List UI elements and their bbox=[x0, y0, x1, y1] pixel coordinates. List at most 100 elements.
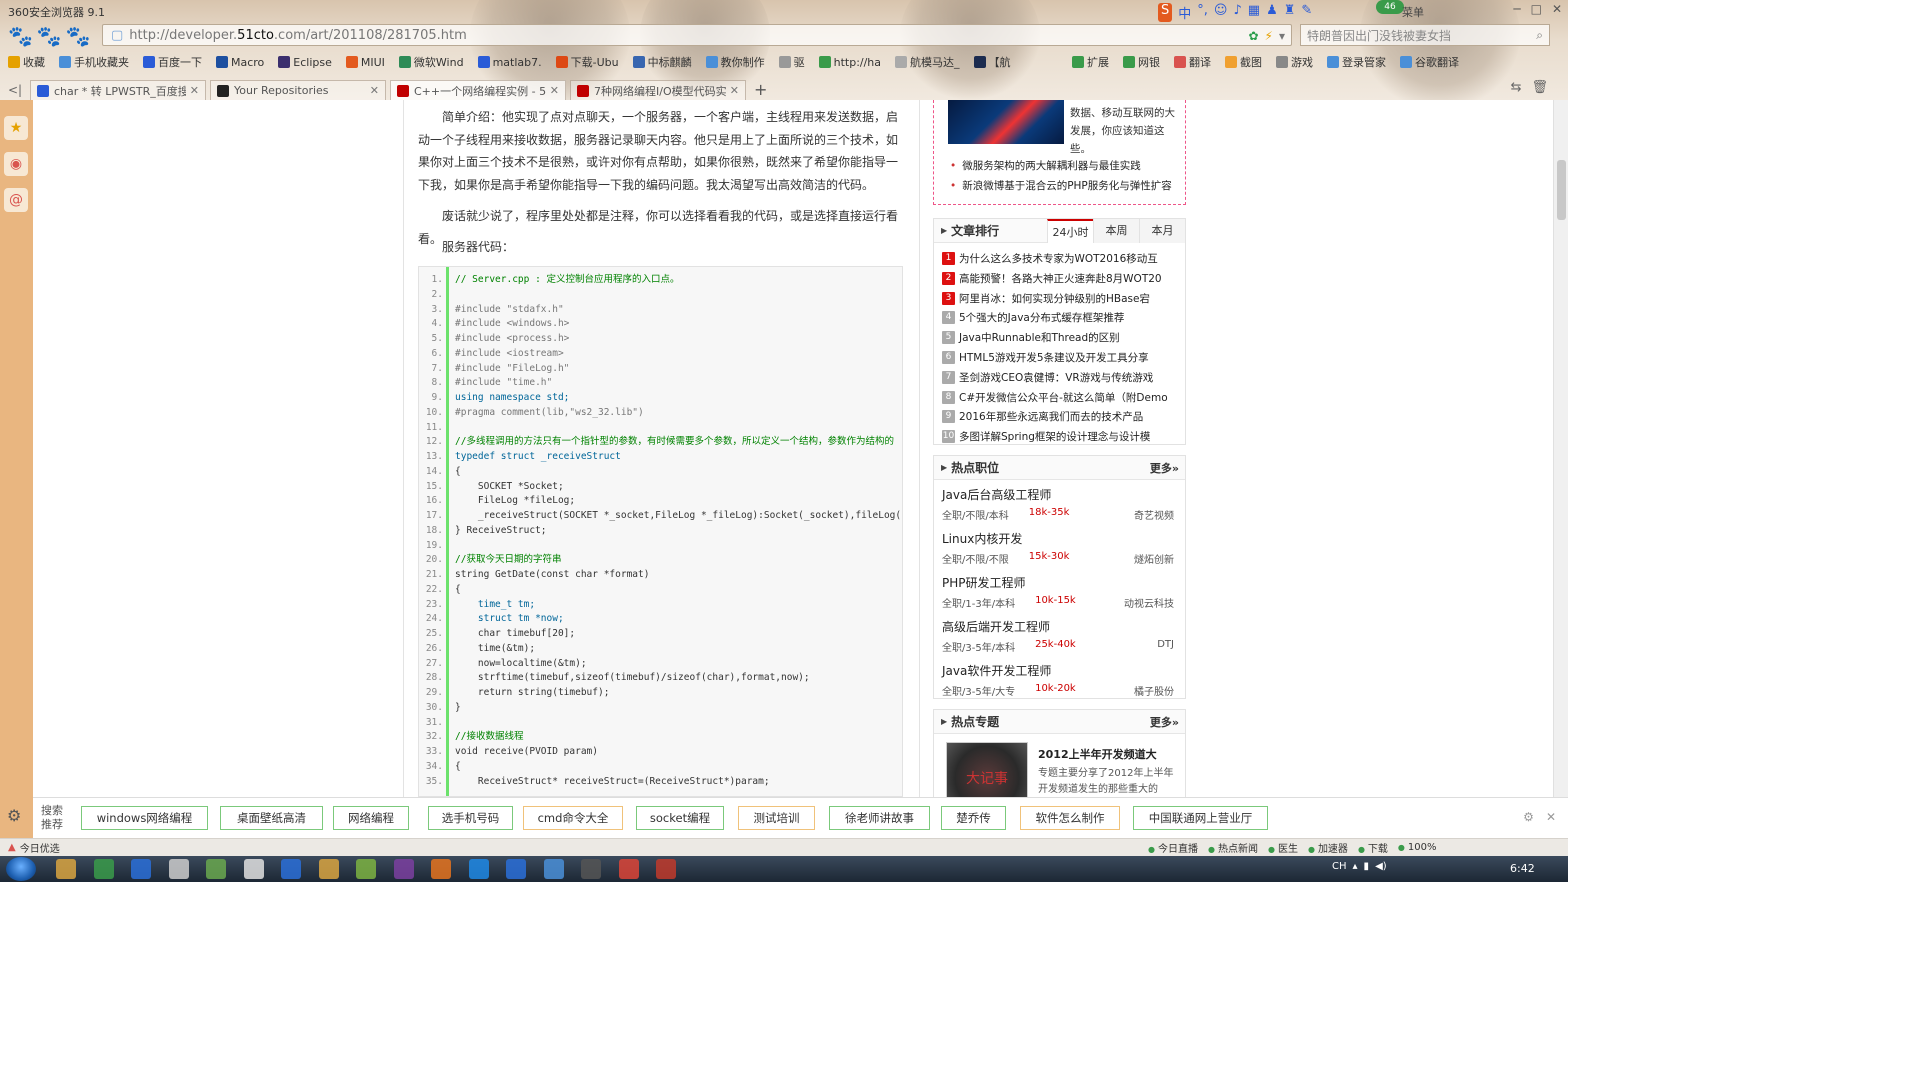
bookmark-item[interactable]: 微软Wind bbox=[398, 54, 464, 70]
promo-image[interactable] bbox=[948, 100, 1064, 144]
status-item[interactable]: ● 下载 bbox=[1358, 840, 1388, 855]
sogou-icon[interactable]: S bbox=[1158, 3, 1173, 22]
ime-punct-icon[interactable]: °, bbox=[1197, 3, 1208, 22]
bookmark-item[interactable]: MIUI bbox=[345, 56, 385, 69]
maximize-button[interactable]: □ bbox=[1531, 2, 1542, 16]
keyboard-icon[interactable]: ▦ bbox=[1248, 3, 1260, 22]
ranking-item[interactable]: 8 C#开发微信公众平台-就这么简单（附Demo bbox=[942, 390, 1168, 405]
search-recommend-button[interactable]: 选手机号码 bbox=[428, 806, 513, 830]
job-item[interactable]: Java后台高级工程师 全职/不限/本科 18k-35k 奇艺视频 bbox=[942, 486, 1174, 522]
ranking-item[interactable]: 3 阿里肖冰：如何实现分钟级别的HBase宕 bbox=[942, 291, 1150, 306]
status-item[interactable]: ● 今日直播 bbox=[1148, 840, 1198, 855]
close-icon[interactable]: ✕ bbox=[1546, 810, 1556, 824]
360-browser-icon[interactable] bbox=[93, 859, 114, 879]
ime-chinese-icon[interactable]: 中 bbox=[1178, 3, 1191, 22]
speed-mode-icon[interactable]: ⚡ bbox=[1265, 29, 1273, 43]
network-icon[interactable] bbox=[243, 859, 264, 879]
close-tab-icon[interactable]: ✕ bbox=[370, 84, 379, 97]
job-item[interactable]: 高级后端开发工程师 全职/3-5年/本科 25k-40k DTJ bbox=[942, 618, 1174, 654]
bookmark-item[interactable]: 教你制作 bbox=[705, 54, 765, 70]
tab-0[interactable]: char * 转 LPWSTR_百度搜索 ✕ bbox=[30, 80, 206, 100]
favorites-star-icon[interactable]: ★ bbox=[4, 116, 28, 140]
ranking-item[interactable]: 6 HTML5游戏开发5条建议及开发工具分享 bbox=[942, 350, 1149, 365]
search-recommend-button[interactable]: 桌面壁纸高清 bbox=[220, 806, 323, 830]
status-left[interactable]: ▲ 今日优选 bbox=[8, 840, 60, 855]
user-icon[interactable]: ♟ bbox=[1266, 3, 1278, 22]
promo-link[interactable]: 微服务架构的两大解耦利器与最佳实践 bbox=[950, 158, 1141, 173]
bookmark-tool-6[interactable]: 谷歌翻译 bbox=[1400, 54, 1459, 70]
tab-month[interactable]: 本月 bbox=[1139, 219, 1185, 243]
ranking-item[interactable]: 7 圣剑游戏CEO袁健博：VR游戏与传统游戏 bbox=[942, 370, 1153, 385]
search-recommend-button[interactable]: socket编程 bbox=[636, 806, 724, 830]
media-icon[interactable] bbox=[281, 859, 301, 879]
forward-button-icon[interactable]: 🐾 bbox=[37, 24, 66, 48]
secure-icon[interactable]: ✿ bbox=[1248, 29, 1258, 43]
restore-tab-icon[interactable]: ⇆ bbox=[1511, 80, 1522, 95]
bookmark-item[interactable]: 驱 bbox=[778, 54, 805, 70]
close-tab-icon[interactable]: ✕ bbox=[190, 84, 199, 97]
android-icon[interactable] bbox=[356, 859, 376, 879]
ranking-item[interactable]: 10 多图详解Spring框架的设计理念与设计模 bbox=[942, 429, 1150, 444]
emoji-icon[interactable]: ☺ bbox=[1214, 3, 1228, 22]
bookmark-item[interactable]: 手机收藏夹 bbox=[59, 54, 129, 70]
search-recommend-button[interactable]: 网络编程 bbox=[333, 806, 409, 830]
new-tab-icon[interactable]: + bbox=[754, 80, 767, 100]
status-item[interactable]: ● 热点新闻 bbox=[1208, 840, 1258, 855]
close-tab-icon[interactable]: ✕ bbox=[730, 84, 739, 97]
search-recommend-button[interactable]: windows网络编程 bbox=[81, 806, 208, 830]
network-icon[interactable]: ▮ bbox=[1364, 861, 1370, 872]
back-button-icon[interactable]: 🐾 bbox=[8, 24, 37, 48]
search-recommend-button[interactable]: 楚乔传 bbox=[941, 806, 1006, 830]
topic-title[interactable]: 2012上半年开发频道大 bbox=[1038, 746, 1157, 762]
tab-list-icon[interactable]: <| bbox=[0, 80, 30, 100]
ranking-item[interactable]: 2 高能预警！各路大神正火速奔赴8月WOT20 bbox=[942, 271, 1162, 286]
shirt-icon[interactable]: ♜ bbox=[1284, 3, 1296, 22]
status-item[interactable]: ● 医生 bbox=[1268, 840, 1298, 855]
tool-icon[interactable] bbox=[206, 859, 226, 879]
volume-icon[interactable]: ◀) bbox=[1375, 861, 1387, 872]
chrome-icon[interactable] bbox=[168, 859, 189, 879]
search-recommend-button[interactable]: 中国联通网上营业厅 bbox=[1133, 806, 1268, 830]
explorer-icon[interactable] bbox=[56, 859, 76, 879]
paint-icon[interactable] bbox=[656, 859, 676, 879]
bookmark-tool-1[interactable]: 网银 bbox=[1123, 54, 1160, 70]
ranking-item[interactable]: 5 Java中Runnable和Thread的区别 bbox=[942, 330, 1120, 345]
bookmark-item[interactable]: 百度一下 bbox=[143, 54, 202, 70]
settings-icon[interactable]: ⚙ bbox=[1523, 810, 1534, 824]
minimize-button[interactable]: ─ bbox=[1513, 2, 1520, 16]
bookmark-tool-0[interactable]: 扩展 bbox=[1072, 54, 1109, 70]
tab-24h[interactable]: 24小时 bbox=[1047, 219, 1093, 243]
chrome-icon[interactable] bbox=[618, 859, 639, 879]
teamviewer-icon[interactable] bbox=[131, 859, 151, 879]
ranking-item[interactable]: 1 为什么这么多技术专家为WOT2016移动互 bbox=[942, 251, 1158, 266]
search-recommend-button[interactable]: 徐老师讲故事 bbox=[829, 806, 930, 830]
weibo-icon[interactable]: ◉ bbox=[4, 152, 28, 176]
bookmark-item[interactable]: 中标麒麟 bbox=[632, 54, 692, 70]
ranking-item[interactable]: 9 2016年那些永远离我们而去的技术产品 bbox=[942, 409, 1143, 424]
wrench-icon[interactable]: ✎ bbox=[1301, 3, 1312, 22]
bookmark-tool-2[interactable]: 翻译 bbox=[1174, 54, 1211, 70]
code-icon[interactable] bbox=[581, 859, 601, 879]
tab-2[interactable]: C++一个网络编程实例 - 51CT ✕ bbox=[390, 80, 566, 100]
bookmark-item[interactable]: 【航 bbox=[973, 54, 1011, 70]
start-button-icon[interactable] bbox=[6, 857, 36, 881]
bookmark-item[interactable]: 收藏 bbox=[8, 54, 45, 70]
bookmark-item[interactable]: 下载-Ubu bbox=[555, 54, 619, 70]
job-item[interactable]: Java软件开发工程师 全职/3-5年/大专 10k-20k 橘子股份 bbox=[942, 662, 1174, 698]
music-icon[interactable] bbox=[468, 859, 489, 879]
promo-link[interactable]: 新浪微博基于混合云的PHP服务化与弹性扩容 bbox=[950, 178, 1172, 193]
visual-studio-icon[interactable] bbox=[393, 859, 414, 879]
tab-1[interactable]: Your Repositories ✕ bbox=[210, 80, 386, 100]
bookmark-item[interactable]: http://ha bbox=[818, 56, 881, 69]
mic-icon[interactable]: ♪ bbox=[1233, 3, 1241, 22]
dropdown-icon[interactable]: ▾ bbox=[1279, 29, 1285, 43]
tray-arrow-icon[interactable]: ▴ bbox=[1353, 861, 1358, 872]
tab-3[interactable]: 7种网络编程I/O模型代码实 ✕ bbox=[570, 80, 746, 100]
status-item[interactable]: ● 加速器 bbox=[1308, 840, 1348, 855]
job-item[interactable]: Linux内核开发 全职/不限/不限 15k-30k 燧炻创新 bbox=[942, 530, 1174, 566]
bookmark-tool-3[interactable]: 截图 bbox=[1225, 54, 1262, 70]
address-bar[interactable]: ▢ http://developer. 51cto .com/art/20110… bbox=[102, 24, 1292, 46]
job-item[interactable]: PHP研发工程师 全职/1-3年/本科 10k-15k 动视云科技 bbox=[942, 574, 1174, 610]
search-recommend-button[interactable]: 测试培训 bbox=[738, 806, 815, 830]
search-icon[interactable]: ⌕ bbox=[1536, 28, 1543, 43]
